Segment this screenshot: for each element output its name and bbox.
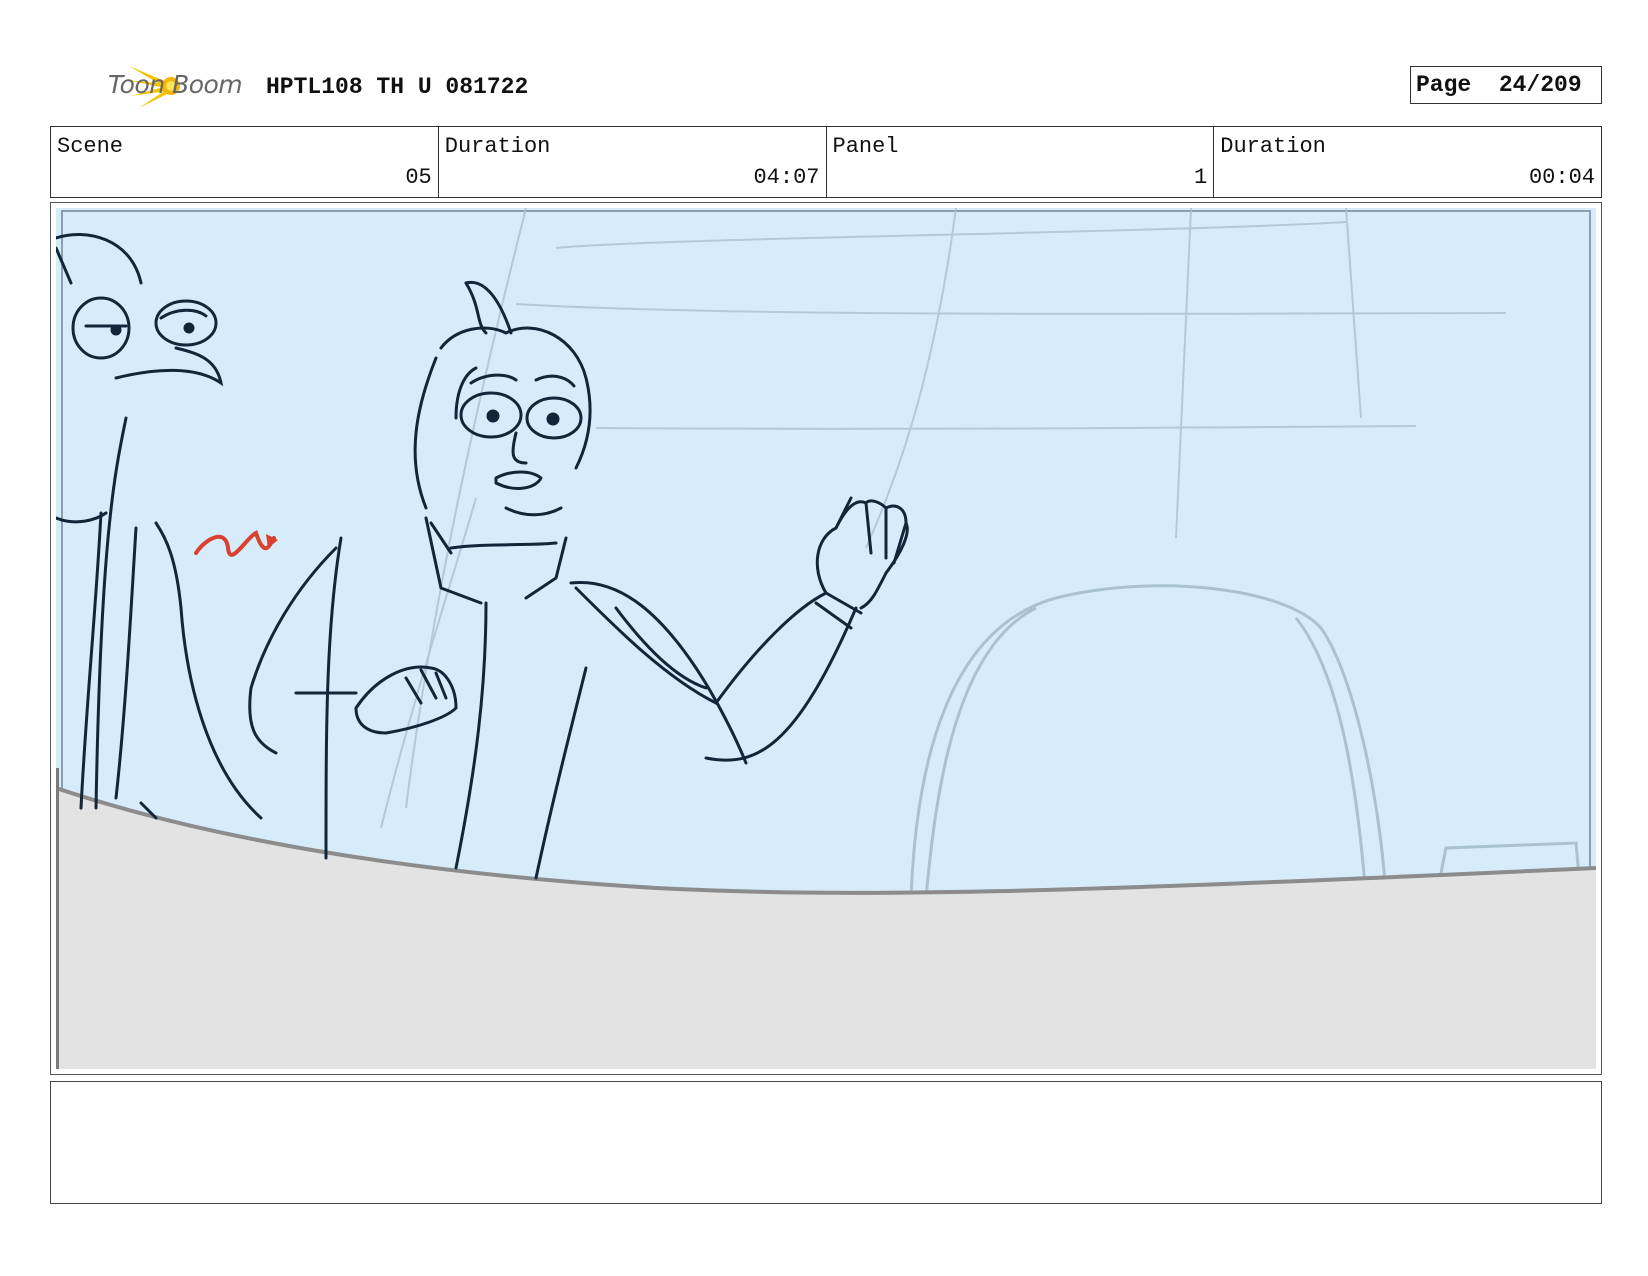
scene-label: Scene [57,134,124,159]
panel-cell: Panel 1 [827,127,1215,197]
page-indicator: Page 24/209 [1410,66,1602,104]
scene-duration-label: Duration [444,134,551,159]
panel-notes-box [50,1081,1602,1204]
logo-wordmark: Toon Boom [108,70,243,99]
scene-duration-value: 04:07 [753,165,820,190]
document-title: HPTL108 TH U 081722 [266,74,529,100]
scene-info-table: Scene 05 Duration 04:07 Panel 1 Duration… [50,126,1602,198]
panel-label: Panel [832,134,899,159]
page-number: 24/209 [1498,72,1582,98]
scene-value: 05 [405,165,432,190]
scene-duration-cell: Duration 04:07 [439,127,827,197]
page-label: Page [1416,72,1472,98]
panel-duration-value: 00:04 [1528,165,1595,190]
panel-duration-label: Duration [1220,134,1326,159]
storyboard-panel-drawing [56,208,1596,1069]
scene-cell: Scene 05 [51,127,439,197]
panel-value: 1 [1194,165,1208,190]
panel-duration-cell: Duration 00:04 [1214,127,1601,197]
